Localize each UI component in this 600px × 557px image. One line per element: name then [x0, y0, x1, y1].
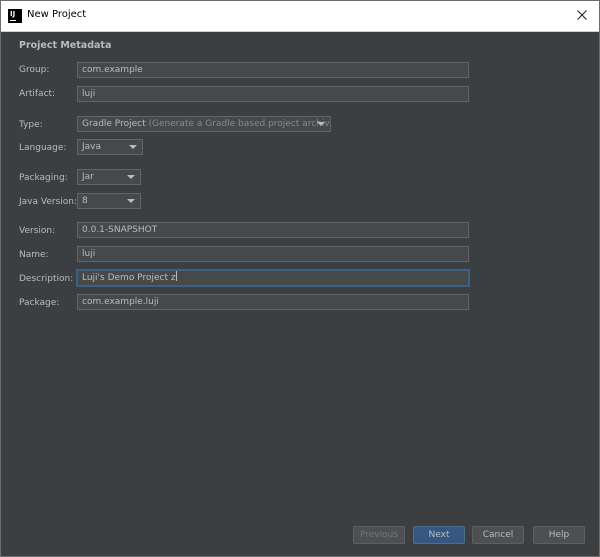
type-label: Type:	[19, 120, 43, 130]
language-combo[interactable]: Java	[77, 139, 143, 155]
artifact-label: Artifact:	[19, 89, 56, 99]
packaging-value: Jar	[82, 172, 94, 182]
language-value: Java	[82, 142, 102, 152]
java-version-label: Java Version:	[19, 197, 77, 207]
chevron-down-icon	[317, 122, 325, 126]
close-icon	[577, 10, 587, 20]
java-version-value: 8	[82, 196, 88, 206]
cancel-button[interactable]: Cancel	[472, 526, 524, 544]
intellij-app-icon: IJ	[8, 9, 22, 23]
previous-button[interactable]: Previous	[353, 526, 405, 544]
type-hint: (Generate a Gradle based project archive…	[148, 119, 331, 129]
next-button[interactable]: Next	[413, 526, 465, 544]
package-label: Package:	[19, 298, 60, 308]
new-project-dialog: IJ New Project Project Metadata Group: c…	[0, 0, 600, 557]
language-label: Language:	[19, 143, 67, 153]
title-bar: IJ New Project	[1, 1, 599, 32]
chevron-down-icon	[127, 175, 135, 179]
package-field[interactable]: com.example.luji	[77, 294, 469, 310]
window-title: New Project	[27, 9, 87, 20]
group-field[interactable]: com.example	[77, 62, 469, 78]
type-combo[interactable]: Gradle Project (Generate a Gradle based …	[77, 116, 331, 132]
name-label: Name:	[19, 250, 49, 260]
version-field[interactable]: 0.0.1-SNAPSHOT	[77, 222, 469, 238]
packaging-label: Packaging:	[19, 173, 68, 183]
description-value: Luji's Demo Project z	[82, 273, 176, 283]
chevron-down-icon	[129, 145, 137, 149]
version-label: Version:	[19, 226, 56, 236]
help-button[interactable]: Help	[533, 526, 585, 544]
description-field[interactable]: Luji's Demo Project z	[77, 270, 469, 286]
type-value: Gradle Project	[82, 119, 146, 129]
java-version-combo[interactable]: 8	[77, 193, 141, 209]
description-label: Description:	[19, 274, 74, 284]
artifact-field[interactable]: luji	[77, 86, 469, 102]
group-label: Group:	[19, 65, 50, 75]
chevron-down-icon	[127, 199, 135, 203]
section-title: Project Metadata	[19, 40, 112, 51]
text-caret	[175, 271, 177, 281]
packaging-combo[interactable]: Jar	[77, 169, 141, 185]
close-button[interactable]	[574, 7, 590, 23]
name-field[interactable]: luji	[77, 246, 469, 262]
dialog-content: Project Metadata Group: com.example Arti…	[1, 32, 599, 556]
